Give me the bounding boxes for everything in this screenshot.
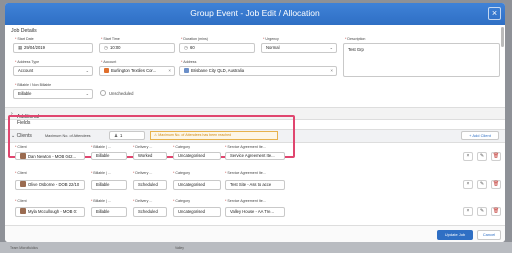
start-time-field[interactable]: ◷ 10:00 — [99, 43, 175, 53]
background-text-mid: Valley — [175, 246, 184, 250]
modal-footer: Update Job Cancel — [5, 225, 505, 242]
delete-icon[interactable]: 🗑 — [491, 152, 501, 161]
background-page: Team Microfluidics Valley — [0, 242, 512, 253]
billable-label: * Billable / Non Billable — [15, 83, 52, 87]
col-category: Category — [175, 145, 190, 149]
modal-header: Group Event - Job Edit / Allocation × — [5, 3, 505, 25]
category-field[interactable]: Uncategorised — [173, 180, 221, 190]
delivery-field[interactable]: Worked — [133, 152, 167, 160]
account-label: * Account — [101, 60, 117, 64]
remove-icon[interactable]: × — [463, 180, 473, 189]
description-textarea[interactable]: Test Grp — [343, 43, 500, 77]
edit-icon[interactable]: ✎ — [477, 207, 487, 216]
row2-header-service: * Service Agreement Ite... — [225, 171, 266, 175]
client-field[interactable]: Olive Osborne - DOB 22/10 — [15, 180, 85, 190]
billable-field[interactable]: Billable — [91, 207, 127, 217]
address-label: * Address — [181, 60, 197, 64]
col-client: Client — [17, 145, 27, 149]
edit-icon[interactable]: ✎ — [477, 152, 487, 161]
description-label: * Description — [345, 37, 366, 41]
service-agreement-field[interactable]: Service Agreement Ite... — [225, 152, 285, 160]
edit-icon[interactable]: ✎ — [477, 180, 487, 189]
row2-header-delivery: * Delivery ... — [133, 171, 153, 175]
remove-icon[interactable]: × — [463, 152, 473, 161]
address-lookup[interactable]: Brisbane City QLD, Australia × — [179, 66, 337, 76]
row3-header-billable: * Billable | ... — [91, 199, 111, 203]
row3-header-delivery: * Delivery ... — [133, 199, 153, 203]
col-delivery: Delivery ... — [135, 145, 153, 149]
delete-icon[interactable]: 🗑 — [491, 207, 501, 216]
delivery-field[interactable]: Scheduled — [133, 207, 167, 217]
location-icon — [184, 68, 189, 73]
job-edit-modal: Group Event - Job Edit / Allocation × Jo… — [5, 3, 505, 242]
close-icon[interactable]: × — [488, 7, 501, 20]
avatar — [20, 208, 26, 214]
col-billable: Billable | ... — [93, 145, 111, 149]
update-job-button[interactable]: Update Job — [437, 230, 473, 240]
background-text-left: Team Microfluidics — [10, 246, 38, 250]
address-type-select[interactable]: Account ⌄ — [13, 66, 93, 76]
row3-header-service: * Service Agreement Ite... — [225, 199, 266, 203]
chevron-down-icon: ⌄ — [85, 68, 89, 73]
row2-header: * Client — [15, 171, 27, 175]
billable-field[interactable]: Billable — [91, 152, 127, 160]
start-date-field[interactable]: ▦ 29/04/2019 — [13, 43, 93, 53]
row2-header-billable: * Billable | ... — [91, 171, 111, 175]
category-field[interactable]: Uncategorised — [173, 152, 221, 160]
duration-label: * Duration (mins) — [181, 37, 208, 41]
clear-icon[interactable]: × — [168, 67, 171, 75]
account-lookup[interactable]: Burlington Textiles Cor... × — [99, 66, 175, 76]
col-service-agreement: Service Agreement Ite... — [227, 145, 266, 149]
service-agreement-field[interactable]: Test Site - Ass to acce — [225, 180, 285, 190]
unscheduled-checkbox[interactable]: Unscheduled — [100, 90, 133, 96]
urgency-select[interactable]: Normal ⌄ — [261, 43, 337, 53]
row2-header-category: * Category — [173, 171, 190, 175]
duration-field[interactable]: ◷ 60 — [179, 43, 255, 53]
start-date-label: * Start Date — [15, 37, 34, 41]
chevron-down-icon: ⌄ — [329, 45, 333, 50]
chevron-down-icon: ⌄ — [85, 91, 89, 96]
service-agreement-field[interactable]: Valley House - AA Tre... — [225, 207, 285, 217]
client-field[interactable]: Dan Newton - MOB 042... — [15, 152, 85, 160]
avatar — [20, 153, 26, 159]
start-time-label: * Start Time — [101, 37, 120, 41]
avatar — [20, 181, 26, 187]
modal-title: Group Event - Job Edit / Allocation — [190, 8, 320, 18]
row3-header-category: * Category — [173, 199, 190, 203]
add-client-button[interactable]: + Add Client — [461, 131, 499, 140]
cancel-button[interactable]: Cancel — [477, 230, 501, 240]
delete-icon[interactable]: 🗑 — [491, 180, 501, 189]
section-title-job-details: Job Details — [11, 28, 37, 34]
category-field[interactable]: Uncategorised — [173, 207, 221, 217]
remove-icon[interactable]: × — [463, 207, 473, 216]
scrollbar[interactable] — [501, 27, 504, 47]
row3-header: * Client — [15, 199, 27, 203]
delivery-field[interactable]: Scheduled — [133, 180, 167, 190]
clear-icon[interactable]: × — [330, 67, 333, 75]
urgency-label: * Urgency — [263, 37, 279, 41]
address-type-label: * Address Type — [15, 60, 40, 64]
billable-field[interactable]: Billable — [91, 180, 127, 190]
billable-select[interactable]: Billable ⌄ — [13, 89, 93, 99]
client-field[interactable]: Myla Mccullough - MOB 0: — [15, 207, 85, 217]
account-icon — [104, 68, 109, 73]
checkbox-icon — [100, 90, 106, 96]
